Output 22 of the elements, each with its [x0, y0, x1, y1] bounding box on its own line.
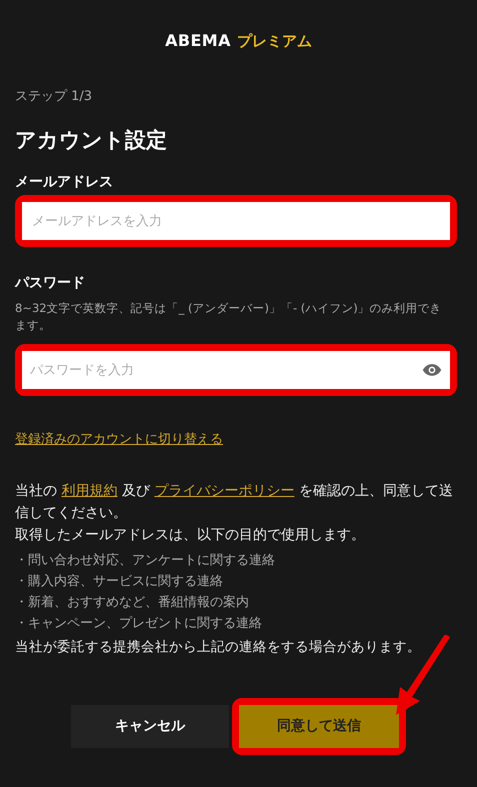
field-label: パスワード	[15, 274, 86, 293]
field-label: メールアドレス	[15, 173, 114, 192]
privacy-policy-link[interactable]: プライバシーポリシー	[154, 482, 294, 498]
purpose-item: ・キャンペーン、プレゼントに関する連絡	[15, 614, 263, 632]
purpose-item: ・購入内容、サービスに関する連絡	[15, 572, 224, 590]
submit-button[interactable]: 同意して送信	[239, 704, 399, 748]
email-field[interactable]: メールアドレスを入力	[22, 202, 450, 240]
purpose-item: ・新着、おすすめなど、番組情報の案内	[15, 594, 250, 612]
password-hint: 8~32文字で英数字、記号は「_ (アンダーバー)」「- (ハイフン)」のみ利用できます。	[15, 300, 443, 334]
affiliate-note: 当社が委託する提携会社から上記の連絡をする場合があります。	[15, 638, 422, 656]
cancel-button[interactable]: キャンセル	[71, 704, 229, 748]
terms-link[interactable]: 利用規約	[61, 482, 118, 498]
logo-brand: ABEMA	[165, 33, 231, 49]
page-title: アカウント設定	[15, 126, 168, 154]
step-indicator: ステップ 1/3	[15, 88, 94, 106]
logo-product: プレミアム	[236, 34, 312, 49]
purpose-item: ・問い合わせ対応、アンケートに関する連絡	[15, 552, 276, 570]
password-field[interactable]: パスワードを入力	[22, 351, 450, 389]
eye-icon[interactable]	[422, 363, 442, 377]
consent-text: 当社の 利用規約 及び プライバシーポリシー を確認の上、同意して送信してください。	[15, 482, 454, 522]
switch-account-link[interactable]: 登録済みのアカウントに切り替える	[15, 430, 223, 450]
purpose-intro: 取得したメールアドレスは、以下の目的で使用します。	[15, 526, 366, 544]
